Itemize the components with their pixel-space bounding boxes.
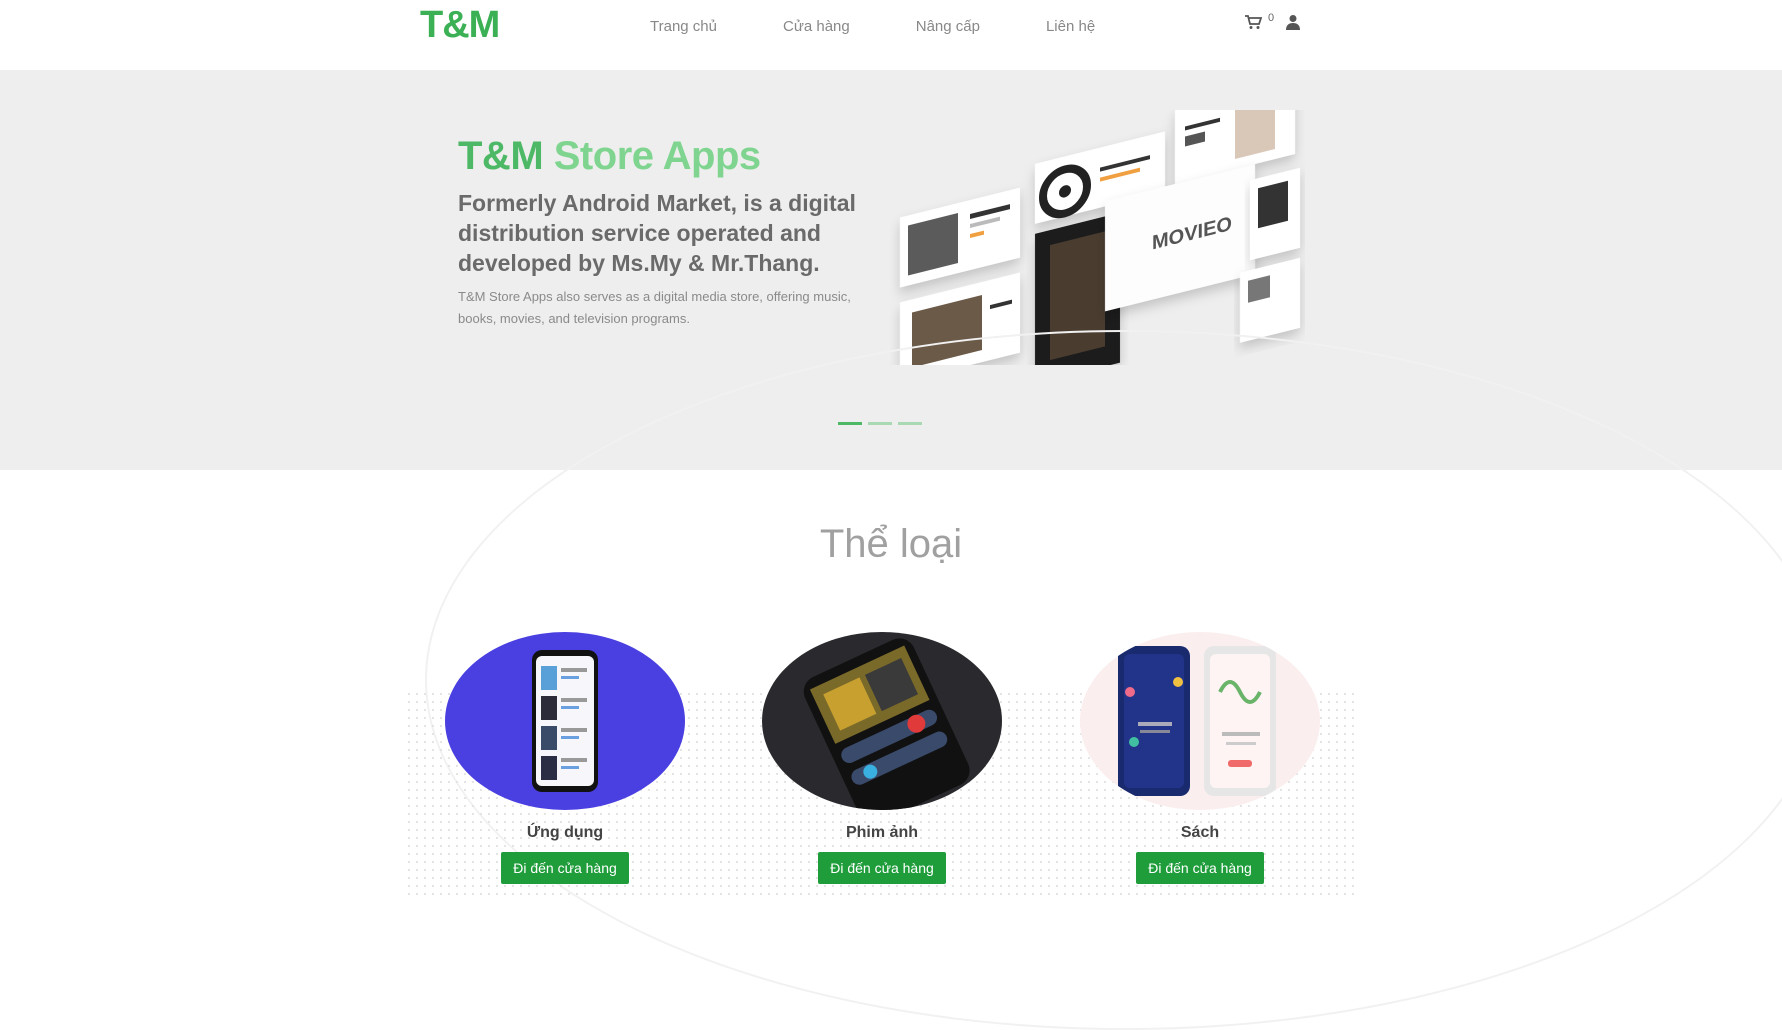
category-name-movies: Phim ảnh — [845, 824, 918, 841]
nav-store[interactable]: Cửa hàng — [783, 18, 850, 35]
category-card-apps: Ứng dụng Đi đến cửa hàng — [445, 632, 685, 884]
header-actions: 0 — [1244, 12, 1301, 30]
hero-description: T&M Store Apps also serves as a digital … — [458, 289, 851, 326]
nav-upgrade[interactable]: Nâng cấp — [916, 18, 980, 35]
nav-home[interactable]: Trang chủ — [650, 18, 717, 35]
go-to-store-button-books[interactable]: Đi đến cửa hàng — [1136, 852, 1264, 884]
hero-headline: Formerly Android Market, is a digital di… — [458, 190, 856, 276]
category-name-apps: Ứng dụng — [526, 824, 604, 841]
category-image-apps[interactable] — [445, 632, 685, 810]
logo[interactable]: T&M — [420, 4, 500, 47]
category-image-movies[interactable] — [762, 632, 1002, 810]
hero-title-brand: T&M — [458, 134, 544, 178]
header: T&M Trang chủ Cửa hàng Nâng cấp Liên hệ … — [0, 0, 1782, 70]
cart-icon[interactable] — [1244, 14, 1262, 30]
nav-contact[interactable]: Liên hệ — [1046, 18, 1095, 35]
category-image-books[interactable] — [1080, 632, 1320, 810]
category-card-books: Sách Đi đến cửa hàng — [1080, 632, 1320, 884]
hero-image: MOVIEO — [890, 79, 1305, 384]
cart-count: 0 — [1268, 12, 1275, 24]
main-nav: Trang chủ Cửa hàng Nâng cấp Liên hệ — [650, 18, 1161, 35]
category-name-books: Sách — [1180, 824, 1220, 841]
category-card-movies: Phim ảnh Đi đến cửa hàng — [762, 632, 1002, 884]
hero-title-rest: Store Apps — [543, 134, 761, 178]
go-to-store-button-apps[interactable]: Đi đến cửa hàng — [501, 852, 629, 884]
hero-title: T&M Store Apps — [458, 134, 761, 179]
user-icon[interactable] — [1286, 14, 1301, 30]
categories-title: Thể loại — [819, 522, 963, 566]
go-to-store-button-movies[interactable]: Đi đến cửa hàng — [818, 852, 946, 884]
